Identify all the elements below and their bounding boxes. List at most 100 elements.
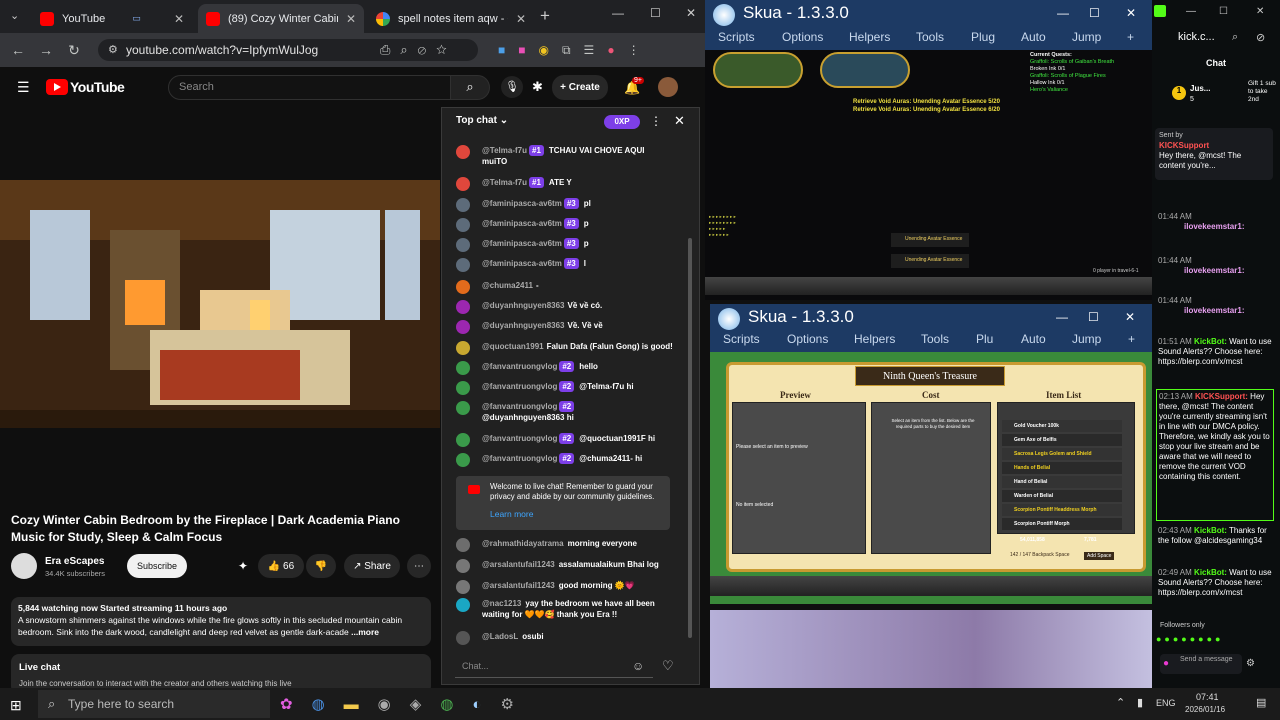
chat-author[interactable]: @quoctuan1991 <box>482 342 544 351</box>
emote-bar[interactable]: ●●●●●●●● <box>1156 634 1276 646</box>
chat-avatar[interactable] <box>456 580 470 594</box>
close-tab-icon[interactable]: ✕ <box>168 12 184 26</box>
search-input[interactable]: Search <box>168 75 451 100</box>
chat-avatar[interactable] <box>456 145 470 159</box>
shop-item[interactable]: Hands of Belial <box>1002 462 1122 474</box>
game-action-bar[interactable] <box>705 277 1152 295</box>
menu-helpers[interactable]: Helpers <box>854 332 895 346</box>
chat-author[interactable]: @duyanhnguyen8363 <box>482 301 565 310</box>
chat-author[interactable]: @fanvantruongvlog <box>482 434 557 443</box>
clock-time[interactable]: 07:41 <box>1196 692 1219 702</box>
video-description[interactable]: 5,844 watching now Started streaming 11 … <box>11 597 431 646</box>
menu-options[interactable]: Options <box>787 332 828 346</box>
menu-add[interactable]: + <box>1127 30 1134 44</box>
minimize-icon[interactable]: — <box>1057 6 1069 20</box>
video-player[interactable] <box>0 180 440 428</box>
taskbar-search[interactable]: Type here to search <box>38 690 270 718</box>
chat-avatar[interactable] <box>456 453 470 467</box>
voice-search-icon[interactable]: 🎙 <box>501 76 523 98</box>
pinned-apps[interactable]: ✿◍▬◉◈◍◐⚙ <box>280 695 533 713</box>
chat-author[interactable]: @faminipasca-av6tm <box>482 219 562 228</box>
tray-chevron-icon[interactable]: ⌃ <box>1116 696 1125 709</box>
chat-author[interactable]: @arsalantufail1243 <box>482 581 555 590</box>
close-tab-icon[interactable]: ✕ <box>340 12 356 26</box>
like-button[interactable]: 👍 66 <box>258 554 304 578</box>
chat-avatar[interactable] <box>456 598 470 612</box>
kick-message-author[interactable]: ilovekeemstar1: <box>1158 266 1276 276</box>
learn-more-link[interactable]: Learn more <box>490 509 664 519</box>
chat-settings-icon[interactable]: ⚙ <box>1246 658 1255 669</box>
close-tab-icon[interactable]: ✕ <box>510 12 526 26</box>
chat-avatar[interactable] <box>456 238 470 252</box>
volume-icon[interactable]: ▮ <box>1137 696 1143 709</box>
heart-icon[interactable]: ♡ <box>662 658 674 674</box>
language-indicator[interactable]: ENG <box>1156 698 1176 708</box>
minimize-icon[interactable]: — <box>612 6 624 20</box>
game-action-bar[interactable] <box>710 576 1152 596</box>
notification-center-icon[interactable]: ▤ <box>1256 696 1266 709</box>
chat-avatar[interactable] <box>456 320 470 334</box>
kick-tab-title[interactable]: kick.c... <box>1178 31 1215 43</box>
minimize-icon[interactable]: — <box>1056 310 1068 324</box>
send-message-input[interactable]: Send a message <box>1160 654 1242 674</box>
chat-avatar[interactable] <box>456 401 470 415</box>
points-badge[interactable]: 0XP <box>604 115 640 129</box>
channel-avatar[interactable] <box>11 553 37 579</box>
chat-avatar[interactable] <box>456 198 470 212</box>
shop-item[interactable]: Gem Axe of Belfis <box>1002 434 1122 446</box>
avatar[interactable] <box>658 77 678 97</box>
chat-author[interactable]: @fanvantruongvlog <box>482 402 557 411</box>
chat-author[interactable]: @Telma-f7u <box>482 146 527 155</box>
magic-icon[interactable]: ✦ <box>238 559 248 573</box>
menu-icon[interactable]: ☰ <box>17 79 30 96</box>
dislike-button[interactable]: 👎 <box>306 554 336 578</box>
chat-avatar[interactable] <box>456 177 470 191</box>
settings-icon[interactable]: ✱ <box>532 79 543 95</box>
close-icon[interactable]: ✕ <box>1125 310 1135 324</box>
chat-author[interactable]: @Telma-f7u <box>482 178 527 187</box>
shop-item[interactable]: Gold Voucher 100k <box>1002 420 1122 432</box>
chat-author[interactable]: @chuma2411 <box>482 281 533 290</box>
chat-author[interactable]: @arsalantufail1243 <box>482 560 555 569</box>
menu-add[interactable]: + <box>1128 332 1135 346</box>
menu-jump[interactable]: Jump <box>1072 332 1101 346</box>
chat-avatar[interactable] <box>456 280 470 294</box>
close-icon[interactable]: ✕ <box>1126 6 1136 20</box>
menu-options[interactable]: Options <box>782 30 823 44</box>
chat-avatar[interactable] <box>456 258 470 272</box>
chat-avatar[interactable] <box>456 631 470 645</box>
menu-scripts[interactable]: Scripts <box>718 30 755 44</box>
chat-close-icon[interactable]: ✕ <box>674 113 685 129</box>
new-tab-button[interactable]: + <box>540 6 550 26</box>
youtube-logo-icon[interactable] <box>46 79 68 95</box>
share-button[interactable]: ↗ Share <box>344 554 400 578</box>
menu-jump[interactable]: Jump <box>1072 30 1101 44</box>
youtube-logo-text[interactable]: YouTube <box>70 79 125 95</box>
chat-author[interactable]: @fanvantruongvlog <box>482 382 557 391</box>
more-actions-button[interactable]: ⋯ <box>407 554 431 578</box>
create-button[interactable]: + Create <box>552 75 608 100</box>
reload-icon[interactable]: ↻ <box>60 42 88 59</box>
maximize-icon[interactable]: ☐ <box>1219 6 1228 17</box>
chat-author[interactable]: @duyanhnguyen8363 <box>482 321 565 330</box>
menu-helpers[interactable]: Helpers <box>849 30 890 44</box>
chat-avatar[interactable] <box>456 433 470 447</box>
menu-tools[interactable]: Tools <box>921 332 949 346</box>
shop-item[interactable]: Sacrosa Legis Golem and Shield <box>1002 448 1122 460</box>
maximize-icon[interactable]: ☐ <box>650 6 661 20</box>
drop-notification[interactable]: Unending Avatar Essence <box>891 233 969 247</box>
maximize-icon[interactable]: ☐ <box>1088 310 1099 324</box>
channel-name[interactable]: Era eScapes <box>45 556 105 567</box>
shop-item[interactable]: Scorpion Pontiff Headdress Morph <box>1002 504 1122 516</box>
shop-item[interactable]: Warden of Belial <box>1002 490 1122 502</box>
chat-avatar[interactable] <box>456 381 470 395</box>
site-info-icon[interactable]: ⚙ <box>108 43 118 56</box>
chat-mode-dropdown[interactable]: Top chat ⌄ <box>456 115 508 126</box>
clock-date[interactable]: 2026/01/16 <box>1185 705 1225 714</box>
close-icon[interactable]: ✕ <box>1256 6 1264 17</box>
chat-author[interactable]: @LadosL <box>482 632 518 641</box>
chat-author[interactable]: @faminipasca-av6tm <box>482 239 562 248</box>
chat-author[interactable]: @rahmathidayatrama <box>482 539 564 548</box>
chat-input[interactable]: Chat... <box>455 656 653 678</box>
chat-avatar[interactable] <box>456 218 470 232</box>
